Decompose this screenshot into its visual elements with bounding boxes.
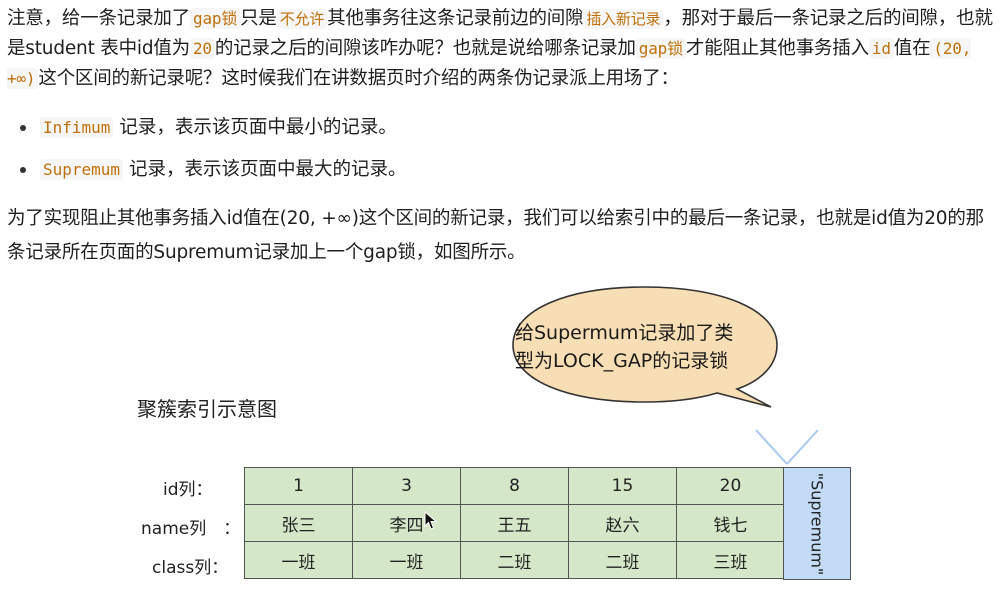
cell-class: 三班: [676, 541, 785, 579]
bubble-text: 给Supermum记录加了类 型为LOCK_GAP的记录锁: [515, 319, 785, 375]
text-span: 才能阻止其他事务插入: [685, 38, 869, 59]
highlight-not-allowed: 不允许: [276, 9, 328, 29]
supremum-label: "Supremum": [807, 472, 827, 575]
row-label-name: name列 ：: [141, 519, 241, 539]
cell-class: 二班: [568, 541, 677, 579]
list-item-infimum: Infimum 记录，表示该页面中最小的记录。: [0, 112, 990, 154]
inline-code-supremum: Supremum: [40, 159, 124, 180]
text-span: 值在: [893, 38, 931, 59]
bubble-line-2: 型为LOCK_GAP的记录锁: [515, 350, 729, 372]
text-span: 其他事务往这条记录前边的间隙: [327, 8, 584, 29]
text-span: 只是: [240, 8, 277, 29]
pointer-mark: [755, 429, 819, 465]
cell-name: 钱七: [676, 504, 785, 542]
text-span: 注意，给一条记录加了: [7, 8, 191, 29]
inline-code-20: 20: [190, 38, 215, 59]
mouse-cursor-icon: [424, 511, 438, 530]
bubble-line-1: 给Supermum记录加了类: [515, 322, 734, 344]
explanation-paragraph: 为了实现阻止其他事务插入id值在(20, +∞)这个区间的新记录，我们可以给索引…: [7, 208, 984, 263]
text-span: 这个区间的新记录呢？这时候我们在讲数据页时介绍的两条伪记录派上用场了：: [38, 68, 679, 89]
intro-paragraph: 注意，给一条记录加了 gap锁 只是 不允许 其他事务往这条记录前边的间隙 插入新记录 ，那…: [7, 4, 997, 94]
cell-id: 8: [460, 467, 569, 505]
table-row-class: 一班 一班 二班 二班 三班: [244, 541, 785, 579]
cell-id: 20: [676, 467, 785, 505]
cell-name: 王五: [460, 504, 569, 542]
text-span: 的记录之后的间隙该咋办呢？也就是说给哪条记录加: [214, 38, 636, 59]
inline-code-gap-lock-2: gap锁: [635, 38, 686, 59]
supremum-record: "Supremum": [783, 467, 851, 580]
cell-id: 15: [568, 467, 677, 505]
list-item-text: 记录，表示该页面中最大的记录。: [128, 159, 407, 180]
table-row-name: 张三 李四 王五 赵六 钱七: [244, 504, 785, 542]
table-row-id: 1 3 8 15 20: [244, 467, 785, 505]
cell-class: 一班: [352, 541, 461, 579]
cell-id: 1: [244, 467, 353, 505]
records-table: 1 3 8 15 20 张三 李四 王五 赵六 钱七 一班 一班 二班 二班 三…: [244, 467, 785, 579]
cell-name: 张三: [244, 504, 353, 542]
pseudo-record-list: Infimum 记录，表示该页面中最小的记录。 Supremum 记录，表示该页…: [0, 112, 990, 196]
cell-id: 3: [352, 467, 461, 505]
inline-code-infimum: Infimum: [40, 117, 114, 138]
diagram-title: 聚簇索引示意图: [137, 397, 277, 421]
highlight-insert-record: 插入新记录: [583, 9, 664, 29]
cell-class: 一班: [244, 541, 353, 579]
inline-code-gap-lock: gap锁: [190, 8, 241, 29]
row-label-class: class列：: [152, 558, 229, 578]
inline-code-id: id: [868, 38, 894, 59]
list-item-text: 记录，表示该页面中最小的记录。: [119, 117, 397, 138]
cell-name: 李四: [352, 504, 461, 542]
cell-class: 二班: [460, 541, 569, 579]
row-label-id: id列：: [163, 480, 213, 500]
list-item-supremum: Supremum 记录，表示该页面中最大的记录。: [0, 154, 990, 196]
cell-name: 赵六: [568, 504, 677, 542]
